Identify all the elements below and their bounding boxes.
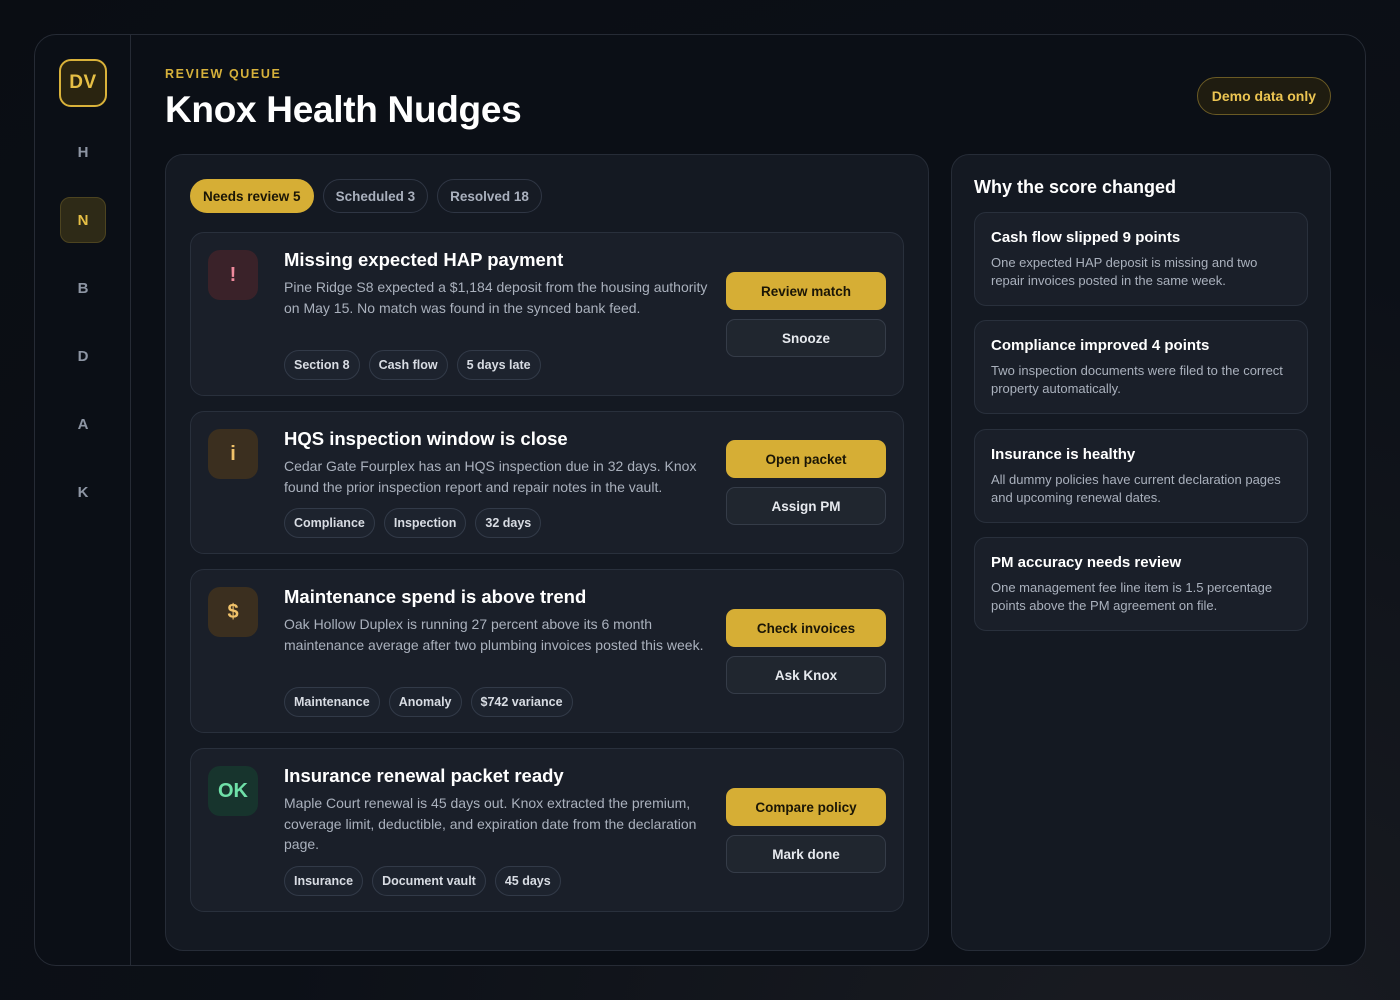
tab-needs-review[interactable]: Needs review 5 xyxy=(190,179,314,213)
tag-chip: Inspection xyxy=(383,508,467,538)
nudge-queue-panel: Needs review 5 Scheduled 3 Resolved 18 !… xyxy=(165,154,929,951)
sidebar-item-d[interactable]: D xyxy=(60,333,106,379)
nudge-description: Cedar Gate Fourplex has an HQS inspectio… xyxy=(284,458,697,495)
nudge-card: OK Insurance renewal packet ready Maple … xyxy=(190,748,904,912)
score-reason-card: Compliance improved 4 points Two inspect… xyxy=(974,320,1308,414)
reason-title: Insurance is healthy xyxy=(991,446,1136,463)
tag-chip: $742 variance xyxy=(470,687,573,717)
compare-policy-button[interactable]: Compare policy xyxy=(726,788,886,826)
tag-chip: Section 8 xyxy=(284,350,360,380)
tag-list: Insurance Document vault 45 days xyxy=(284,866,561,896)
sidebar-item-n[interactable]: N xyxy=(60,197,106,243)
dollar-icon: $ xyxy=(208,587,258,637)
nudge-card: ! Missing expected HAP payment Pine Ridg… xyxy=(190,232,904,396)
reason-description: One management fee line item is 1.5 perc… xyxy=(991,580,1273,613)
review-match-button[interactable]: Review match xyxy=(726,272,886,310)
sidebar-item-b[interactable]: B xyxy=(60,265,106,311)
tag-chip: 32 days xyxy=(475,508,542,538)
tag-list: Maintenance Anomaly $742 variance xyxy=(284,687,573,717)
sidebar-item-k[interactable]: K xyxy=(60,469,106,515)
nudge-card: i HQS inspection window is close Cedar G… xyxy=(190,411,904,554)
nudge-description: Pine Ridge S8 expected a $1,184 deposit … xyxy=(284,279,708,316)
page-title: Knox Health Nudges xyxy=(165,89,522,130)
logo[interactable]: DV xyxy=(59,59,107,107)
open-packet-button[interactable]: Open packet xyxy=(726,440,886,478)
tag-list: Compliance Inspection 32 days xyxy=(284,508,542,538)
tag-chip: Cash flow xyxy=(368,350,448,380)
main-content: REVIEW QUEUE Knox Health Nudges Demo dat… xyxy=(165,35,1365,965)
eyebrow-label: REVIEW QUEUE xyxy=(165,67,282,81)
ok-icon: OK xyxy=(208,766,258,816)
tab-resolved[interactable]: Resolved 18 xyxy=(437,179,542,213)
score-reason-card: PM accuracy needs review One management … xyxy=(974,537,1308,631)
assign-pm-button[interactable]: Assign PM xyxy=(726,487,886,525)
tag-list: Section 8 Cash flow 5 days late xyxy=(284,350,541,380)
nudge-title: Insurance renewal packet ready xyxy=(284,765,564,786)
tag-chip: Maintenance xyxy=(284,687,380,717)
tag-chip: Compliance xyxy=(284,508,375,538)
reason-title: Compliance improved 4 points xyxy=(991,337,1210,354)
nudge-title: Missing expected HAP payment xyxy=(284,249,564,270)
tab-scheduled[interactable]: Scheduled 3 xyxy=(322,179,429,213)
tag-chip: 5 days late xyxy=(456,350,541,380)
reason-title: PM accuracy needs review xyxy=(991,554,1182,571)
mark-done-button[interactable]: Mark done xyxy=(726,835,886,873)
tag-chip: Document vault xyxy=(372,866,486,896)
nudge-description: Maple Court renewal is 45 days out. Knox… xyxy=(284,795,697,852)
sidebar: DV H N B D A K xyxy=(35,35,131,965)
nudge-title: HQS inspection window is close xyxy=(284,428,568,449)
reason-description: Two inspection documents were filed to t… xyxy=(991,363,1283,396)
tag-chip: 45 days xyxy=(494,866,561,896)
tag-chip: Anomaly xyxy=(388,687,462,717)
reason-description: All dummy policies have current declarat… xyxy=(991,472,1281,505)
score-change-panel: Why the score changed Cash flow slipped … xyxy=(951,154,1331,951)
ask-knox-button[interactable]: Ask Knox xyxy=(726,656,886,694)
nudge-title: Maintenance spend is above trend xyxy=(284,586,587,607)
sidebar-item-a[interactable]: A xyxy=(60,401,106,447)
nudge-description: Oak Hollow Duplex is running 27 percent … xyxy=(284,616,704,653)
alert-icon: ! xyxy=(208,250,258,300)
reason-title: Cash flow slipped 9 points xyxy=(991,229,1181,246)
sidebar-item-h[interactable]: H xyxy=(60,129,106,175)
reason-description: One expected HAP deposit is missing and … xyxy=(991,255,1258,288)
queue-tabs: Needs review 5 Scheduled 3 Resolved 18 xyxy=(190,179,542,213)
score-panel-title: Why the score changed xyxy=(974,177,1177,197)
nudge-card: $ Maintenance spend is above trend Oak H… xyxy=(190,569,904,733)
tag-chip: Insurance xyxy=(284,866,364,896)
demo-data-badge: Demo data only xyxy=(1196,77,1331,115)
score-reason-card: Cash flow slipped 9 points One expected … xyxy=(974,212,1308,306)
info-icon: i xyxy=(208,429,258,479)
score-reason-card: Insurance is healthy All dummy policies … xyxy=(974,429,1308,523)
app-frame: DV H N B D A K REVIEW QUEUE Knox Health … xyxy=(34,34,1366,966)
check-invoices-button[interactable]: Check invoices xyxy=(726,609,886,647)
snooze-button[interactable]: Snooze xyxy=(726,319,886,357)
